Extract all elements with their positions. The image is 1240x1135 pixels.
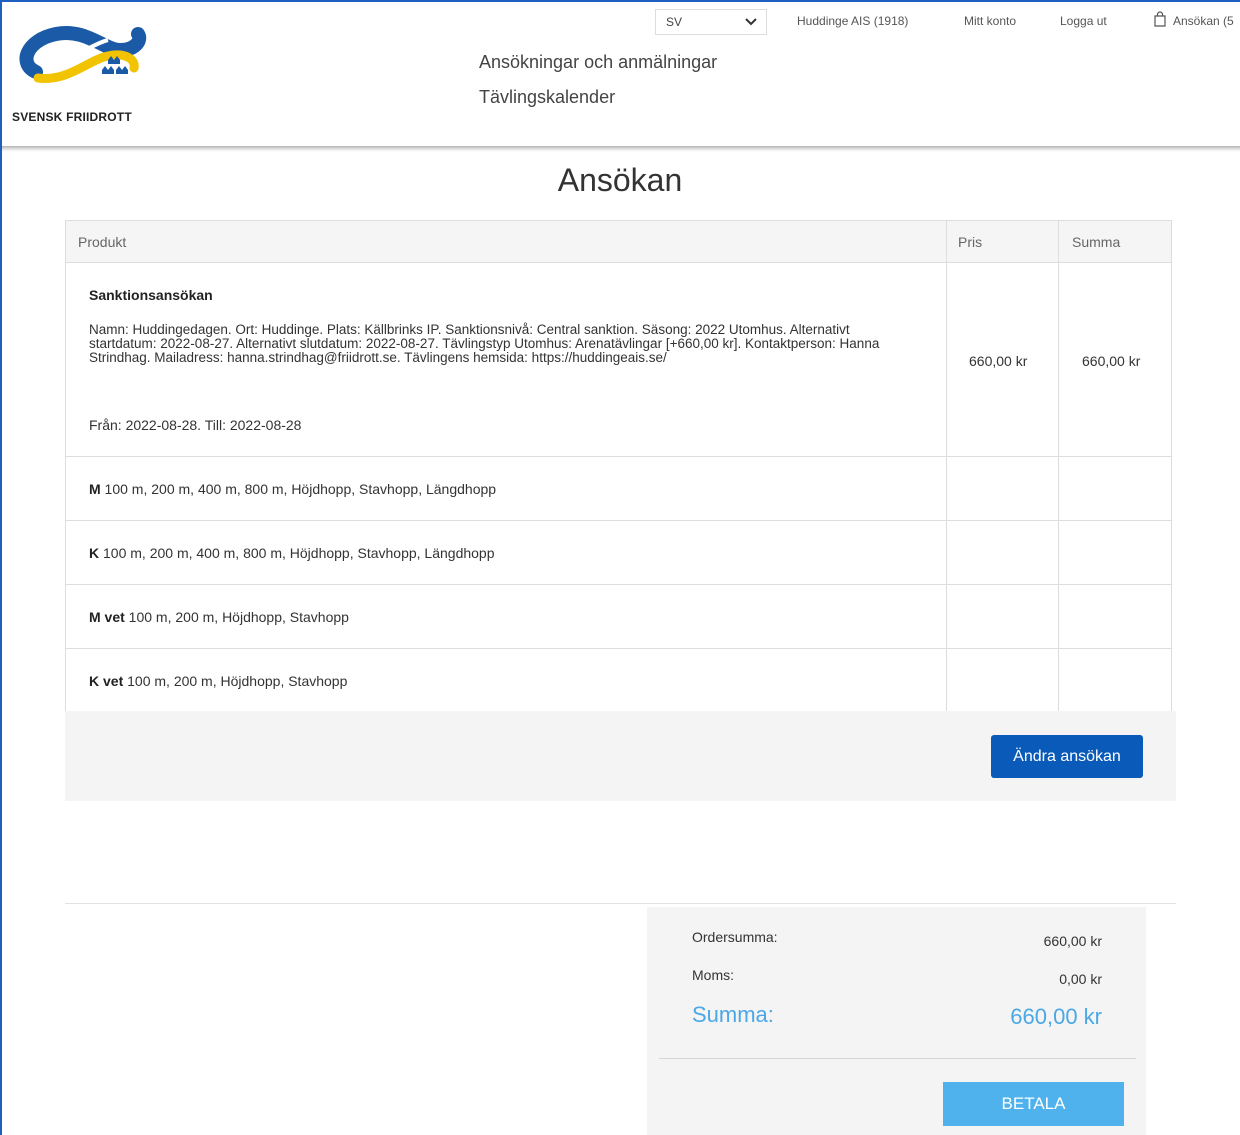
logout-link[interactable]: Logga ut xyxy=(1060,14,1107,28)
site-header: SVENSK FRIIDROTT SV Huddinge AIS (1918) … xyxy=(2,2,1240,148)
club-link[interactable]: Huddinge AIS (1918) xyxy=(797,14,908,28)
event-class: M vet xyxy=(89,609,125,625)
event-class: M xyxy=(89,481,101,497)
my-account-link[interactable]: Mitt konto xyxy=(964,14,1016,28)
table-row: K 100 m, 200 m, 400 m, 800 m, Höjdhopp, … xyxy=(65,521,1172,585)
header-price: Pris xyxy=(958,234,983,250)
nav-applications[interactable]: Ansökningar och anmälningar xyxy=(479,52,717,73)
language-value: SV xyxy=(666,15,683,29)
language-select[interactable]: SV xyxy=(655,9,767,35)
grand-total-label: Summa: xyxy=(692,1002,774,1027)
product-sum: 660,00 kr xyxy=(1082,353,1141,369)
product-price: 660,00 kr xyxy=(969,353,1028,369)
svensk-friidrott-logo[interactable]: SVENSK FRIIDROTT xyxy=(8,20,160,124)
event-disciplines: 100 m, 200 m, 400 m, 800 m, Höjdhopp, St… xyxy=(99,545,495,561)
page-title: Ansökan xyxy=(557,162,683,198)
event-list: M vet 100 m, 200 m, Höjdhopp, Stavhopp xyxy=(89,609,349,625)
table-row: K vet 100 m, 200 m, Höjdhopp, Stavhopp xyxy=(65,649,1172,713)
summary-divider xyxy=(659,1058,1136,1059)
event-list: K 100 m, 200 m, 400 m, 800 m, Höjdhopp, … xyxy=(89,545,495,561)
logo-wordmark: SVENSK FRIIDROTT xyxy=(12,110,132,124)
product-dates: Från: 2022-08-28. Till: 2022-08-28 xyxy=(89,417,302,433)
product-title: Sanktionsansökan xyxy=(89,287,213,303)
table-row: M 100 m, 200 m, 400 m, 800 m, Höjdhopp, … xyxy=(65,457,1172,521)
cart-table: Produkt Pris Summa Sanktionsansökan Namn… xyxy=(65,220,1172,713)
vat-label: Moms: xyxy=(692,967,734,983)
header-shadow xyxy=(2,146,1240,152)
order-summary: Ordersumma: 660,00 kr Moms: 0,00 kr Summ… xyxy=(647,907,1146,1135)
event-disciplines: 100 m, 200 m, 400 m, 800 m, Höjdhopp, St… xyxy=(100,481,497,497)
product-description: Namn: Huddingedagen. Ort: Huddinge. Plat… xyxy=(89,322,880,365)
nav-competition-calendar[interactable]: Tävlingskalender xyxy=(479,87,615,108)
header-sum: Summa xyxy=(1072,234,1121,250)
chevron-down-icon xyxy=(745,18,757,26)
vat-value: 0,00 kr xyxy=(1059,971,1102,987)
table-row: Sanktionsansökan Namn: Huddingedagen. Or… xyxy=(65,263,1172,457)
shopping-bag-icon[interactable] xyxy=(1153,11,1167,27)
event-disciplines: 100 m, 200 m, Höjdhopp, Stavhopp xyxy=(124,609,349,625)
event-disciplines: 100 m, 200 m, Höjdhopp, Stavhopp xyxy=(123,673,348,689)
grand-total-value: 660,00 kr xyxy=(1010,1004,1102,1029)
event-class: K vet xyxy=(89,673,124,689)
pay-button[interactable]: BETALA xyxy=(943,1082,1124,1126)
edit-application-button[interactable]: Ändra ansökan xyxy=(991,735,1143,778)
cart-link[interactable]: Ansökan (5 xyxy=(1173,14,1234,28)
event-list: M 100 m, 200 m, 400 m, 800 m, Höjdhopp, … xyxy=(89,481,496,497)
header-product: Produkt xyxy=(78,234,127,250)
table-row: M vet 100 m, 200 m, Höjdhopp, Stavhopp xyxy=(65,585,1172,649)
event-class: K xyxy=(89,545,100,561)
order-total-label: Ordersumma: xyxy=(692,929,778,945)
section-divider xyxy=(65,903,1176,904)
table-header: Produkt Pris Summa xyxy=(65,220,1172,263)
order-total-value: 660,00 kr xyxy=(1043,933,1102,949)
event-list: K vet 100 m, 200 m, Höjdhopp, Stavhopp xyxy=(89,673,347,689)
